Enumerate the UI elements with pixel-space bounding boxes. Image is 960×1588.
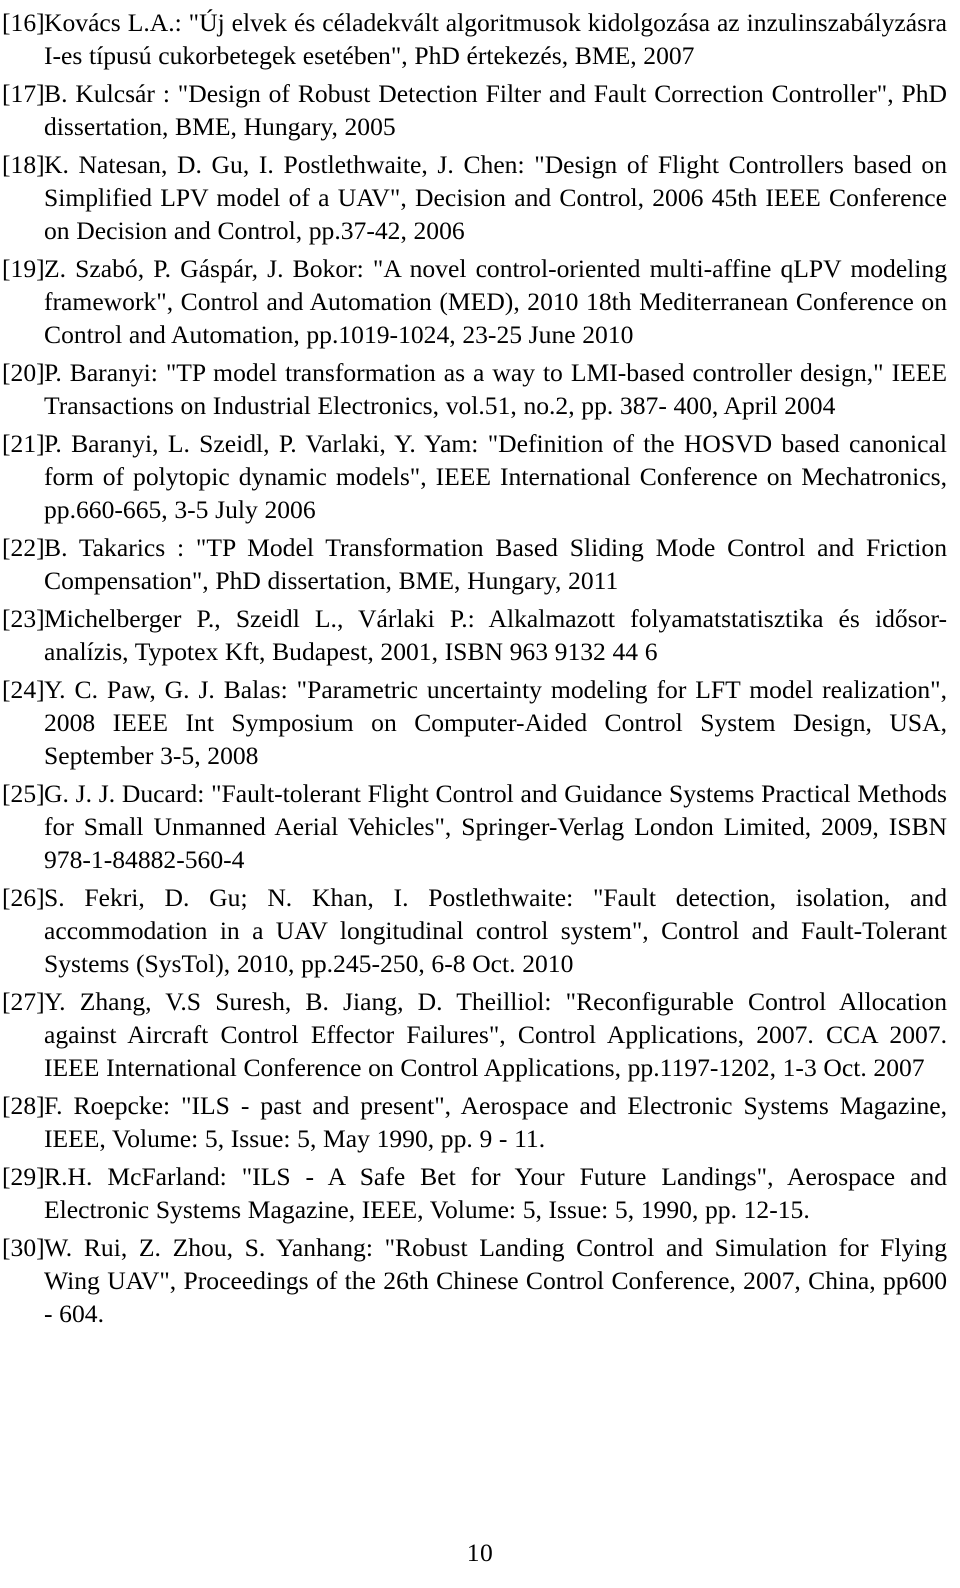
bibliography-entry: [28] F. Roepcke: "ILS - past and present"… [2, 1089, 947, 1155]
bibliography-entry-text: Y. C. Paw, G. J. Balas: "Parametric unce… [44, 675, 947, 770]
bibliography-entry: [20] P. Baranyi: "TP model transformation… [2, 356, 947, 422]
bibliography-entry: [26] S. Fekri, D. Gu; N. Khan, I. Postlet… [2, 881, 947, 980]
bibliography-entry-text: Z. Szabó, P. Gáspár, J. Bokor: "A novel … [44, 254, 947, 349]
bibliography-entry: [17] B. Kulcsár : "Design of Robust Detec… [2, 77, 947, 143]
bibliography-entry-label: [18] [2, 150, 45, 179]
bibliography-entry-label: [22] [2, 533, 45, 562]
bibliography-entry: [30] W. Rui, Z. Zhou, S. Yanhang: "Robust… [2, 1231, 947, 1330]
bibliography-entry-label: [30] [2, 1233, 45, 1262]
bibliography-entry-text: P. Baranyi, L. Szeidl, P. Varlaki, Y. Ya… [44, 429, 947, 524]
bibliography-entry: [22] B. Takarics : "TP Model Transformati… [2, 531, 947, 597]
bibliography-entry: [23] Michelberger P., Szeidl L., Várlaki … [2, 602, 947, 668]
bibliography-entry-label: [17] [2, 79, 45, 108]
bibliography-entry: [29] R.H. McFarland: "ILS - A Safe Bet fo… [2, 1160, 947, 1226]
page-number: 10 [466, 1538, 494, 1567]
bibliography-entry-label: [27] [2, 987, 45, 1016]
bibliography-entry: [18] K. Natesan, D. Gu, I. Postlethwaite,… [2, 148, 947, 247]
bibliography-entry-label: [24] [2, 675, 45, 704]
bibliography-entry-label: [16] [2, 8, 45, 37]
bibliography-entry-text: B. Kulcsár : "Design of Robust Detection… [44, 79, 947, 141]
bibliography-entry-label: [28] [2, 1091, 45, 1120]
bibliography-entry-label: [23] [2, 604, 45, 633]
bibliography-entry-text: R.H. McFarland: "ILS - A Safe Bet for Yo… [44, 1162, 947, 1224]
bibliography-entry-text: Michelberger P., Szeidl L., Várlaki P.: … [44, 604, 947, 666]
bibliography-entry: [24] Y. C. Paw, G. J. Balas: "Parametric … [2, 673, 947, 772]
bibliography-entry-text: B. Takarics : "TP Model Transformation B… [44, 533, 947, 595]
bibliography-entry-label: [29] [2, 1162, 45, 1191]
bibliography-entry: [21] P. Baranyi, L. Szeidl, P. Varlaki, Y… [2, 427, 947, 526]
bibliography-entry-text: K. Natesan, D. Gu, I. Postlethwaite, J. … [44, 150, 947, 245]
bibliography-entry-text: F. Roepcke: "ILS - past and present", Ae… [44, 1091, 947, 1153]
bibliography-list: [16] Kovács L.A.: "Új elvek és céladekvál… [2, 6, 947, 1330]
bibliography-entry-text: S. Fekri, D. Gu; N. Khan, I. Postlethwai… [44, 883, 947, 978]
bibliography-entry-label: [20] [2, 358, 45, 387]
bibliography-entry-text: W. Rui, Z. Zhou, S. Yanhang: "Robust Lan… [44, 1233, 947, 1328]
bibliography-entry-label: [19] [2, 254, 45, 283]
bibliography-entry-label: [26] [2, 883, 45, 912]
bibliography-entry-text: Y. Zhang, V.S Suresh, B. Jiang, D. Theil… [44, 987, 947, 1082]
bibliography-entry-text: P. Baranyi: "TP model transformation as … [44, 358, 947, 420]
bibliography-entry-label: [21] [2, 429, 45, 458]
bibliography-entry: [19] Z. Szabó, P. Gáspár, J. Bokor: "A no… [2, 252, 947, 351]
bibliography-entry-text: Kovács L.A.: "Új elvek és céladekvált al… [44, 8, 947, 70]
bibliography-entry: [25] G. J. J. Ducard: "Fault-tolerant Fli… [2, 777, 947, 876]
bibliography-entry: [27] Y. Zhang, V.S Suresh, B. Jiang, D. T… [2, 985, 947, 1084]
bibliography-entry-label: [25] [2, 779, 45, 808]
bibliography-entry: [16] Kovács L.A.: "Új elvek és céladekvál… [2, 6, 947, 72]
bibliography-entry-text: G. J. J. Ducard: "Fault-tolerant Flight … [44, 779, 947, 874]
document-page: [16] Kovács L.A.: "Új elvek és céladekvál… [0, 0, 960, 1588]
